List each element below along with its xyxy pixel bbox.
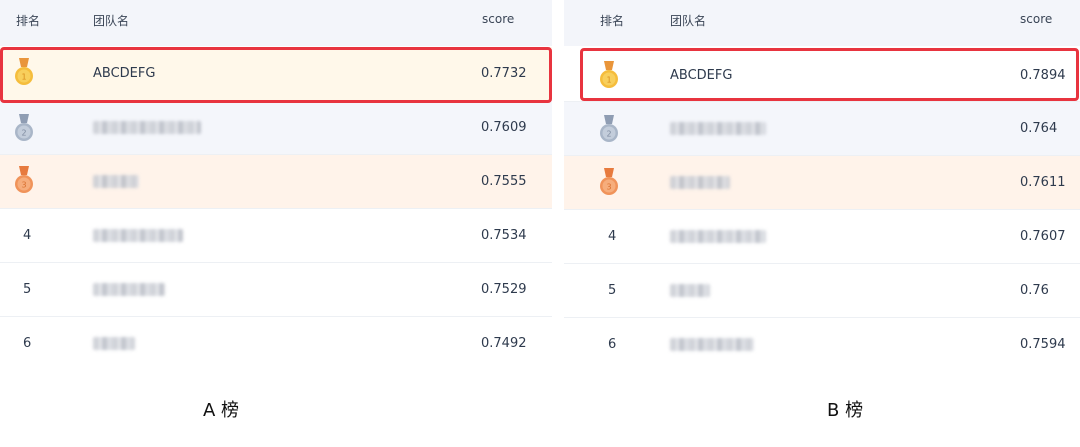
table-row: 4 0.7607 xyxy=(564,210,1080,264)
header-team: 团队名 xyxy=(670,14,707,28)
table-row: 3 0.7555 xyxy=(0,155,552,209)
score-value: 0.76 xyxy=(1020,283,1049,298)
blurred-team-name xyxy=(670,230,766,243)
bronze-medal-icon: 3 xyxy=(13,165,35,195)
header-score: score xyxy=(482,12,515,26)
blurred-team-name xyxy=(93,283,165,296)
score-value: 0.7534 xyxy=(481,228,527,243)
rank-number: 5 xyxy=(608,283,617,298)
score-value: 0.7609 xyxy=(481,120,527,135)
table-row: 6 0.7492 xyxy=(0,317,552,371)
score-value: 0.7894 xyxy=(1020,68,1066,83)
score-value: 0.7607 xyxy=(1020,229,1066,244)
team-name: ABCDEFG xyxy=(670,68,733,83)
score-value: 0.764 xyxy=(1020,121,1058,136)
blurred-team-name xyxy=(93,337,135,350)
gold-medal-icon: 1 xyxy=(598,60,620,90)
score-value: 0.7529 xyxy=(481,282,527,297)
leaderboard-a: 排名 团队名 score 1 ABCDEFG 0.7732 2 0.7609 3… xyxy=(0,0,552,368)
header-rank: 排名 xyxy=(16,14,41,28)
caption-a: A 榜 xyxy=(203,400,240,421)
bronze-medal-icon: 3 xyxy=(598,167,620,197)
table-row: 4 0.7534 xyxy=(0,209,552,263)
blurred-team-name xyxy=(93,229,183,242)
svg-text:3: 3 xyxy=(21,181,26,190)
team-name: ABCDEFG xyxy=(93,66,156,81)
gold-medal-icon: 1 xyxy=(13,57,35,87)
svg-text:1: 1 xyxy=(606,76,611,85)
header-score: score xyxy=(1020,12,1053,26)
table-row: 6 0.7594 xyxy=(564,318,1080,372)
table-header: 排名 团队名 score xyxy=(0,0,552,46)
table-row: 1 ABCDEFG 0.7894 xyxy=(564,48,1080,102)
score-value: 0.7732 xyxy=(481,66,527,81)
svg-text:2: 2 xyxy=(21,129,26,138)
svg-text:3: 3 xyxy=(606,183,611,192)
rank-number: 6 xyxy=(608,337,617,352)
rank-number: 4 xyxy=(608,229,617,244)
leaderboard-b: 排名 团队名 score 1 ABCDEFG 0.7894 2 0.764 3 … xyxy=(564,0,1080,368)
table-row: 3 0.7611 xyxy=(564,156,1080,210)
silver-medal-icon: 2 xyxy=(13,113,35,143)
table-header: 排名 团队名 score xyxy=(564,0,1080,46)
caption-b: B 榜 xyxy=(827,400,864,421)
rank-number: 4 xyxy=(23,228,32,243)
blurred-team-name xyxy=(670,176,730,189)
blurred-team-name xyxy=(670,338,754,351)
blurred-team-name xyxy=(93,121,201,134)
table-row: 2 0.764 xyxy=(564,102,1080,156)
silver-medal-icon: 2 xyxy=(598,114,620,144)
table-row: 1 ABCDEFG 0.7732 xyxy=(0,47,552,101)
table-row: 2 0.7609 xyxy=(0,101,552,155)
blurred-team-name xyxy=(670,122,766,135)
score-value: 0.7611 xyxy=(1020,175,1066,190)
rank-number: 6 xyxy=(23,336,32,351)
score-value: 0.7492 xyxy=(481,336,527,351)
blurred-team-name xyxy=(93,175,139,188)
table-row: 5 0.7529 xyxy=(0,263,552,317)
blurred-team-name xyxy=(670,284,710,297)
table-row: 5 0.76 xyxy=(564,264,1080,318)
rank-number: 5 xyxy=(23,282,32,297)
header-team: 团队名 xyxy=(93,14,130,28)
score-value: 0.7594 xyxy=(1020,337,1066,352)
score-value: 0.7555 xyxy=(481,174,527,189)
header-rank: 排名 xyxy=(600,14,625,28)
svg-text:1: 1 xyxy=(21,73,26,82)
svg-text:2: 2 xyxy=(606,130,611,139)
